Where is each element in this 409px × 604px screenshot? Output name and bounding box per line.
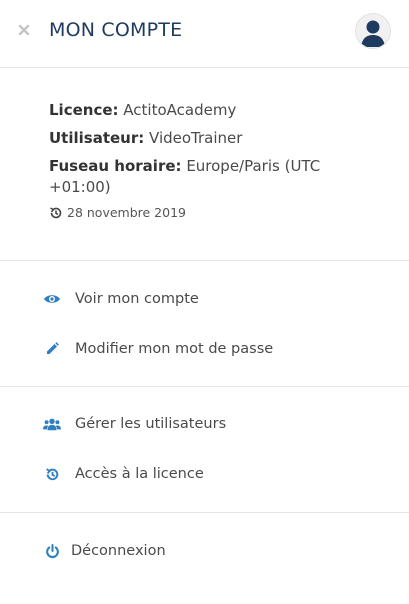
user-label: Utilisateur:	[49, 129, 145, 147]
licence-value: ActitoAcademy	[123, 101, 237, 119]
account-info: Licence: ActitoAcademy Utilisateur: Vide…	[49, 100, 379, 220]
pencil-icon	[43, 341, 61, 357]
date-row: 28 novembre 2019	[49, 205, 379, 220]
panel-title: MON COMPTE	[49, 19, 183, 41]
user-row: Utilisateur: VideoTrainer	[49, 128, 379, 149]
change-password-label: Modifier mon mot de passe	[75, 341, 274, 357]
divider	[0, 386, 409, 387]
history-icon	[50, 206, 62, 218]
date-text: 28 novembre 2019	[67, 205, 186, 220]
licence-access-link[interactable]: Accès à la licence	[0, 454, 409, 494]
close-icon	[18, 24, 30, 36]
manage-users-label: Gérer les utilisateurs	[75, 416, 227, 432]
close-button[interactable]	[16, 22, 34, 40]
history-icon	[43, 466, 61, 482]
timezone-row: Fuseau horaire: Europe/Paris (UTC +01:00…	[49, 156, 379, 198]
eye-icon	[43, 291, 61, 307]
licence-access-label: Accès à la licence	[75, 466, 204, 482]
view-account-label: Voir mon compte	[75, 291, 199, 307]
users-icon	[43, 416, 61, 432]
timezone-label: Fuseau horaire:	[49, 157, 182, 175]
divider	[0, 512, 409, 513]
panel-header: MON COMPTE	[0, 0, 409, 68]
avatar[interactable]	[355, 13, 391, 49]
view-account-link[interactable]: Voir mon compte	[0, 279, 409, 319]
change-password-link[interactable]: Modifier mon mot de passe	[0, 329, 409, 369]
licence-label: Licence:	[49, 101, 119, 119]
user-value: VideoTrainer	[149, 129, 243, 147]
power-icon	[43, 543, 61, 559]
logout-label: Déconnexion	[71, 543, 166, 559]
user-icon	[361, 20, 385, 47]
divider	[0, 260, 409, 261]
logout-link[interactable]: Déconnexion	[0, 531, 409, 571]
licence-row: Licence: ActitoAcademy	[49, 100, 379, 121]
manage-users-link[interactable]: Gérer les utilisateurs	[0, 404, 409, 444]
